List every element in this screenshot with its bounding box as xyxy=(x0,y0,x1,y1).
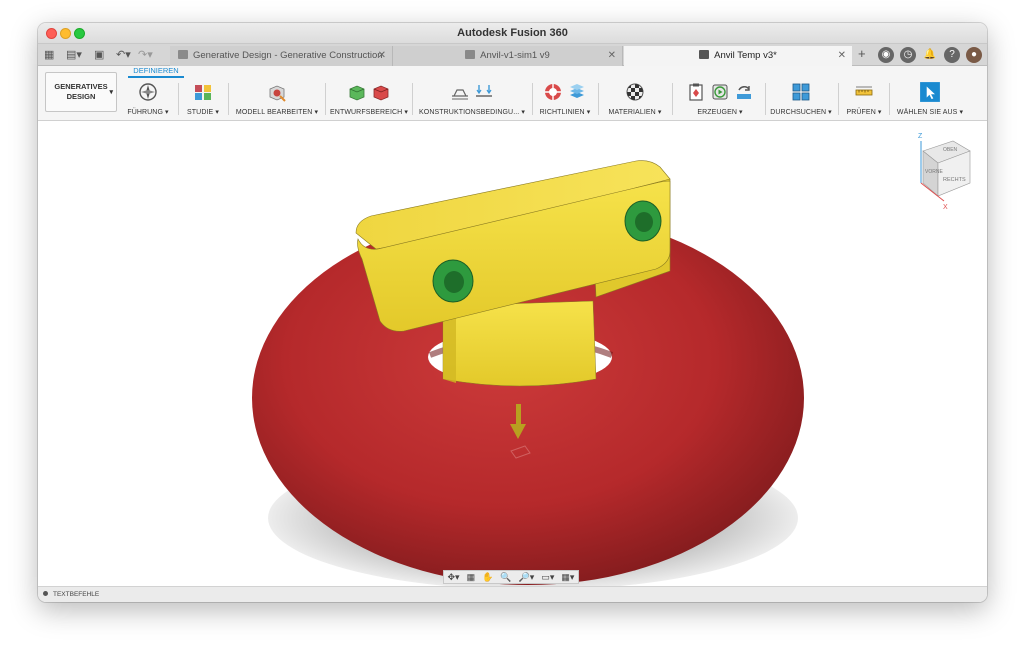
divider xyxy=(765,83,766,115)
sync-refresh-icon xyxy=(737,85,751,99)
close-tab-icon[interactable]: ✕ xyxy=(838,46,846,66)
workspace-line1: GENERATIVES xyxy=(54,82,108,91)
title-bar: Autodesk Fusion 360 xyxy=(38,23,987,44)
material-sphere-icon xyxy=(626,83,644,101)
look-at-icon[interactable]: ▦ xyxy=(467,572,476,583)
group-waehlen-sie-aus[interactable]: WÄHLEN SIE AUS ▾ xyxy=(893,80,967,120)
job-status-icon[interactable]: ◷ xyxy=(900,47,916,63)
obstacle-geometry-icon xyxy=(373,85,389,101)
fusion-window: Autodesk Fusion 360 ▦ ▤▾ ▣ ↶▾ ↷▾ Generat… xyxy=(38,23,987,602)
group-pruefen[interactable]: PRÜFEN ▾ xyxy=(842,80,886,120)
group-erzeugen[interactable]: ERZEUGEN ▾ xyxy=(676,80,764,120)
group-label: STUDIE ▾ xyxy=(187,109,219,116)
viewcube-right-label: RECHTS xyxy=(943,177,966,183)
design-cube-icon xyxy=(178,50,188,59)
group-fuehrung[interactable]: FÜHRUNG ▾ xyxy=(124,80,172,120)
app-grid-icon[interactable]: ▦ xyxy=(44,48,54,62)
workspace-line2: DESIGN xyxy=(66,92,96,101)
save-icon[interactable]: ▣ xyxy=(94,48,104,62)
group-label: RICHTLINIEN ▾ xyxy=(539,109,591,116)
group-label: KONSTRUKTIONSBEDINGU... ▾ xyxy=(419,109,525,116)
window-title: Autodesk Fusion 360 xyxy=(457,27,568,39)
group-konstruktionsbedingungen[interactable]: KONSTRUKTIONSBEDINGU... ▾ xyxy=(416,80,528,120)
divider xyxy=(672,83,673,115)
tab-generative-design[interactable]: Generative Design - Generative Construct… xyxy=(170,46,393,81)
text-commands-bar[interactable]: TEXTBEFEHLE xyxy=(38,586,987,602)
study-blocks-icon xyxy=(195,85,211,100)
group-durchsuchen[interactable]: DURCHSUCHEN ▾ xyxy=(769,80,833,120)
file-menu-icon[interactable]: ▤▾ xyxy=(66,48,82,62)
tab-anvil-temp[interactable]: Anvil Temp v3* ✕ xyxy=(624,46,852,66)
manufacturing-icon xyxy=(570,84,584,98)
group-label: MODELL BEARBEITEN ▾ xyxy=(235,109,319,116)
viewcube-top-label: OBEN xyxy=(943,147,958,153)
group-label: PRÜFEN ▾ xyxy=(846,109,882,116)
canvas-viewport[interactable]: OBEN VORNE RECHTS Z X ✥▾ ▦ ✋ 🔍 🔎▾ ▭▾ ▦▾ xyxy=(38,121,987,586)
divider xyxy=(325,83,326,115)
user-avatar[interactable]: ● xyxy=(966,47,982,63)
group-modell-bearbeiten[interactable]: MODELL BEARBEITEN ▾ xyxy=(233,80,321,120)
viewcube[interactable]: OBEN VORNE RECHTS Z X xyxy=(918,133,971,211)
edit-model-icon xyxy=(269,85,286,102)
zoom-icon[interactable]: 🔍 xyxy=(500,572,511,583)
text-commands-toggle-icon[interactable] xyxy=(43,591,48,596)
close-tab-icon[interactable]: ✕ xyxy=(378,46,386,66)
compass-icon xyxy=(139,83,157,101)
help-icon[interactable]: ? xyxy=(944,47,960,63)
group-richtlinien[interactable]: RICHTLINIEN ▾ xyxy=(536,80,594,120)
divider xyxy=(228,83,229,115)
display-settings-icon[interactable]: ▭▾ xyxy=(541,572,554,583)
new-tab-plus-icon[interactable]: + xyxy=(858,47,866,61)
model-scene[interactable]: OBEN VORNE RECHTS Z X xyxy=(38,121,987,586)
explore-grid-icon xyxy=(792,83,810,101)
undo-icon[interactable]: ↶▾ xyxy=(116,48,131,62)
select-cursor-icon xyxy=(920,82,940,102)
navigation-bar: ✥▾ ▦ ✋ 🔍 🔎▾ ▭▾ ▦▾ xyxy=(443,570,579,584)
group-label: WÄHLEN SIE AUS ▾ xyxy=(896,109,964,116)
group-entwurfsbereich[interactable]: ENTWURFSBEREICH ▾ xyxy=(330,80,408,120)
divider xyxy=(598,83,599,115)
design-cube-icon xyxy=(465,50,476,59)
axis-x-label: X xyxy=(943,204,948,211)
divider xyxy=(889,83,890,115)
precheck-icon xyxy=(689,83,703,101)
workspace-switcher[interactable]: GENERATIVES DESIGN ▾ xyxy=(45,72,117,112)
group-label: DURCHSUCHEN ▾ xyxy=(770,109,832,116)
generate-play-icon xyxy=(712,84,728,100)
group-label: ERZEUGEN ▾ xyxy=(697,109,743,116)
document-tab-bar: ▦ ▤▾ ▣ ↶▾ ↷▾ Generative Design - Generat… xyxy=(38,44,987,81)
divider xyxy=(412,83,413,115)
measure-ruler-icon xyxy=(855,86,873,96)
group-materialien[interactable]: MATERIALIEN ▾ xyxy=(602,80,668,120)
pan-hand-icon[interactable]: ✋ xyxy=(482,572,493,583)
orbit-icon[interactable]: ✥▾ xyxy=(448,572,460,583)
divider xyxy=(532,83,533,115)
group-label: FÜHRUNG ▾ xyxy=(127,109,169,116)
structural-constraint-icon xyxy=(452,89,468,100)
axis-z-label: Z xyxy=(918,133,923,140)
divider xyxy=(178,83,179,115)
structural-load-icon xyxy=(476,85,492,97)
viewcube-front-label: VORNE xyxy=(925,169,943,175)
preserve-geometry-icon xyxy=(349,85,365,101)
group-label: MATERIALIEN ▾ xyxy=(608,109,662,116)
text-commands-label: TEXTBEFEHLE xyxy=(53,591,100,598)
ribbon-toolbar: GENERATIVES DESIGN ▾ DEFINIEREN FÜHRUNG … xyxy=(38,66,987,121)
grid-settings-icon[interactable]: ▦▾ xyxy=(561,572,574,583)
close-tab-icon[interactable]: ✕ xyxy=(608,46,616,66)
zoom-window-icon[interactable]: 🔎▾ xyxy=(519,572,535,583)
design-cube-icon xyxy=(699,50,710,59)
tab-label: Anvil Temp v3* xyxy=(714,50,777,61)
objectives-icon xyxy=(545,84,561,100)
group-label: ENTWURFSBEREICH ▾ xyxy=(330,109,408,116)
notifications-bell-icon[interactable]: 🔔 xyxy=(922,47,938,63)
redo-icon[interactable]: ↷▾ xyxy=(138,48,153,62)
extensions-icon[interactable]: ◉ xyxy=(878,47,894,63)
chevron-down-icon: ▾ xyxy=(109,89,113,96)
tab-anvil-sim[interactable]: Anvil-v1-sim1 v9 ✕ xyxy=(393,46,623,66)
tab-definieren[interactable]: DEFINIEREN xyxy=(128,66,184,78)
group-studie[interactable]: STUDIE ▾ xyxy=(182,80,224,120)
tab-label: Anvil-v1-sim1 v9 xyxy=(480,50,550,61)
divider xyxy=(838,83,839,115)
